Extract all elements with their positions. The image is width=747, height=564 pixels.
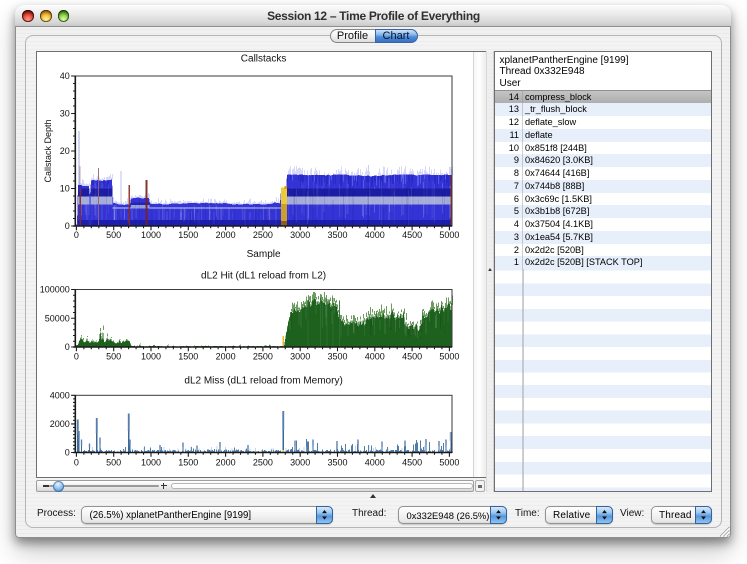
svg-text:1500: 1500 <box>178 457 198 467</box>
svg-text:500: 500 <box>106 230 121 240</box>
svg-text:0: 0 <box>73 351 78 361</box>
svg-text:dL2 Miss (dL1 reload from Memo: dL2 Miss (dL1 reload from Memory) <box>184 375 342 386</box>
svg-text:dL2 Hit (dL1 reload from L2): dL2 Hit (dL1 reload from L2) <box>201 270 326 281</box>
svg-text:Callstack Depth: Callstack Depth <box>42 119 52 182</box>
svg-text:4500: 4500 <box>402 230 422 240</box>
svg-text:4000: 4000 <box>364 230 384 240</box>
svg-text:40: 40 <box>59 71 69 81</box>
svg-text:1000: 1000 <box>140 351 160 361</box>
svg-text:2500: 2500 <box>252 351 272 361</box>
svg-text:4000: 4000 <box>364 351 384 361</box>
svg-text:100000: 100000 <box>39 284 69 294</box>
svg-text:500: 500 <box>106 457 121 467</box>
svg-text:3000: 3000 <box>290 230 310 240</box>
svg-text:1500: 1500 <box>178 351 198 361</box>
svg-text:500: 500 <box>106 351 121 361</box>
svg-text:4500: 4500 <box>402 457 422 467</box>
svg-text:2000: 2000 <box>215 351 235 361</box>
svg-text:50000: 50000 <box>44 313 69 323</box>
svg-text:3000: 3000 <box>290 457 310 467</box>
svg-text:2500: 2500 <box>252 457 272 467</box>
svg-text:3500: 3500 <box>327 230 347 240</box>
svg-text:1000: 1000 <box>140 457 160 467</box>
svg-text:0: 0 <box>73 230 78 240</box>
svg-text:0: 0 <box>64 221 69 231</box>
svg-text:Callstacks: Callstacks <box>240 53 286 64</box>
svg-text:1500: 1500 <box>178 230 198 240</box>
svg-text:30: 30 <box>59 108 69 118</box>
svg-text:0: 0 <box>64 342 69 352</box>
svg-text:20: 20 <box>59 146 69 156</box>
svg-text:3000: 3000 <box>290 351 310 361</box>
svg-text:5000: 5000 <box>439 230 459 240</box>
svg-text:0: 0 <box>73 457 78 467</box>
svg-text:2000: 2000 <box>215 230 235 240</box>
svg-text:2000: 2000 <box>49 419 69 429</box>
svg-text:1000: 1000 <box>140 230 160 240</box>
svg-text:2000: 2000 <box>215 457 235 467</box>
svg-text:5000: 5000 <box>439 457 459 467</box>
svg-text:0: 0 <box>64 447 69 457</box>
svg-text:4000: 4000 <box>364 457 384 467</box>
svg-text:10: 10 <box>59 183 69 193</box>
svg-text:3500: 3500 <box>327 351 347 361</box>
svg-text:2500: 2500 <box>252 230 272 240</box>
svg-text:4000: 4000 <box>49 390 69 400</box>
svg-text:4500: 4500 <box>402 351 422 361</box>
svg-text:3500: 3500 <box>327 457 347 467</box>
svg-text:Sample: Sample <box>246 249 280 260</box>
svg-text:5000: 5000 <box>439 351 459 361</box>
